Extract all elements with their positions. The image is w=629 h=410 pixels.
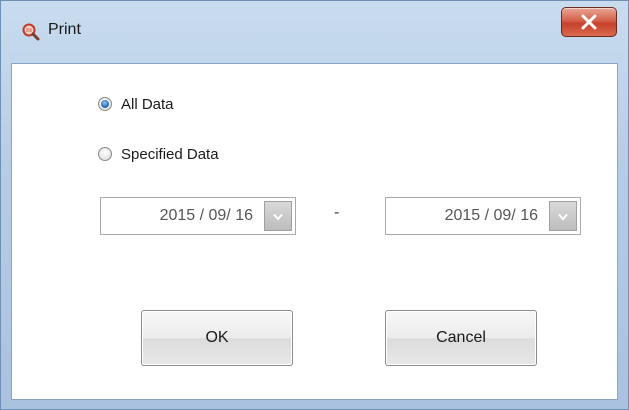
end-date-dropdown-button[interactable]: [549, 201, 577, 231]
radio-specified-data-button[interactable]: [98, 147, 112, 161]
cancel-button[interactable]: Cancel: [385, 310, 537, 366]
chevron-down-icon: [273, 213, 283, 221]
print-preview-icon: [21, 22, 41, 42]
radio-all-data-label: All Data: [121, 95, 174, 113]
close-button[interactable]: [561, 7, 617, 37]
start-date-picker[interactable]: 2015 / 09/ 16: [100, 197, 296, 235]
date-range-separator: -: [334, 204, 340, 221]
radio-specified-data[interactable]: Specified Data: [98, 143, 219, 165]
close-icon: [581, 14, 597, 30]
radio-specified-data-label: Specified Data: [121, 145, 219, 163]
dialog-body: All Data Specified Data 2015 / 09/ 16 - …: [11, 63, 618, 400]
start-date-value: 2015 / 09/ 16: [159, 207, 253, 224]
chevron-down-icon: [558, 213, 568, 221]
start-date-dropdown-button[interactable]: [264, 201, 292, 231]
end-date-picker[interactable]: 2015 / 09/ 16: [385, 197, 581, 235]
title-bar[interactable]: Print: [1, 1, 628, 63]
window-title: Print: [48, 21, 81, 38]
print-dialog: Print All Data Specified Data 2015 / 09/…: [0, 0, 629, 410]
radio-all-data[interactable]: All Data: [98, 93, 174, 115]
radio-all-data-button[interactable]: [98, 97, 112, 111]
end-date-value: 2015 / 09/ 16: [444, 207, 538, 224]
ok-button[interactable]: OK: [141, 310, 293, 366]
